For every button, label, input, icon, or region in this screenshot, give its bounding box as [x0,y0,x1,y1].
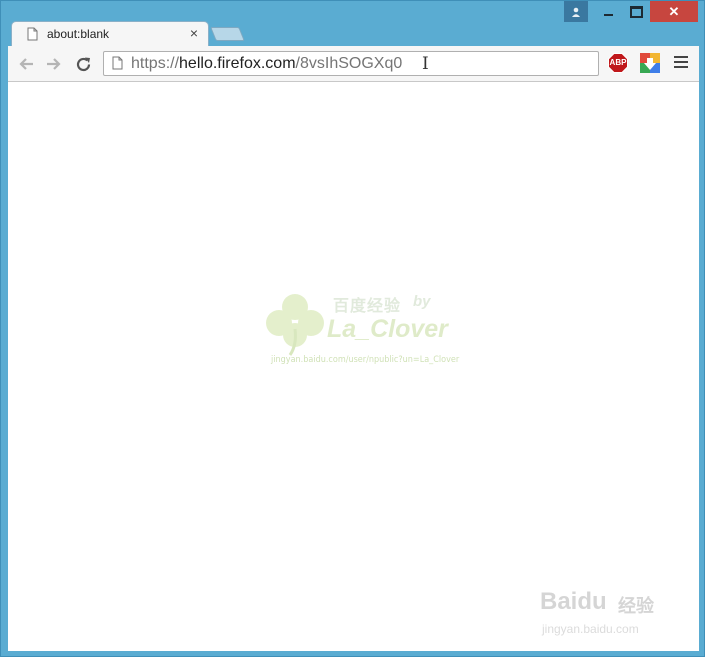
forward-button[interactable] [44,54,64,74]
reload-button[interactable] [73,54,93,74]
address-bar[interactable]: https://hello.firefox.com/8vsIhSOGXq0 I [103,51,599,76]
arrow-left-icon [19,58,33,70]
download-extension-button[interactable] [640,53,660,73]
profile-button[interactable] [564,1,588,22]
close-window-button[interactable]: ✕ [650,1,698,22]
url-scheme: https:// [131,55,180,72]
reload-icon [76,57,90,71]
adblock-plus-button[interactable]: ABP [608,53,628,73]
watermark-author: La_Clover [327,315,448,343]
author-watermark: 百度经验 by La_Clover jingyan.baidu.com/user… [263,289,459,369]
page-icon [112,56,123,70]
tab-about-blank[interactable]: about:blank × [11,21,209,47]
watermark-url: jingyan.baidu.com/user/npublic?un=La_Clo… [271,355,460,365]
minimize-icon [603,13,613,16]
browser-window: ✕ about:blank × https://hello.firefox.co… [0,0,705,657]
url-host: hello.firefox.com [179,55,296,72]
page-icon [27,27,38,41]
tab-title: about:blank [47,27,110,41]
baidu-jingyan-label: 经验 [618,596,654,616]
hamburger-line [674,66,688,68]
new-tab-button[interactable] [210,27,245,41]
maximize-button[interactable] [622,1,650,22]
url-text[interactable]: https://hello.firefox.com/8vsIhSOGXq0 [131,55,402,73]
watermark-title: 百度经验 [333,298,402,315]
adblock-label: ABP [609,58,627,67]
url-path: /8vsIhSOGXq0 [295,55,403,72]
tab-close-button[interactable]: × [190,25,198,41]
minimize-button[interactable] [594,1,622,22]
text-cursor-icon: I [422,54,429,74]
baidu-url: jingyan.baidu.com [542,622,639,636]
maximize-icon [629,5,643,18]
close-icon: ✕ [668,3,680,19]
baidu-logo: Baidu [540,588,607,615]
menu-button[interactable] [674,56,688,71]
person-icon [572,7,580,17]
clover-icon [266,294,324,356]
baidu-watermark: Baidu 经验 jingyan.baidu.com [540,582,680,642]
page-content[interactable]: 百度经验 by La_Clover jingyan.baidu.com/user… [8,82,699,651]
toolbar: https://hello.firefox.com/8vsIhSOGXq0 I … [8,46,699,82]
window-caption-buttons: ✕ [564,1,698,22]
arrow-right-icon [47,58,61,70]
hamburger-icon [674,56,688,58]
download-extension-icon [640,53,660,73]
back-button[interactable] [16,54,36,74]
hamburger-line [674,61,688,63]
watermark-by: by [413,293,431,310]
